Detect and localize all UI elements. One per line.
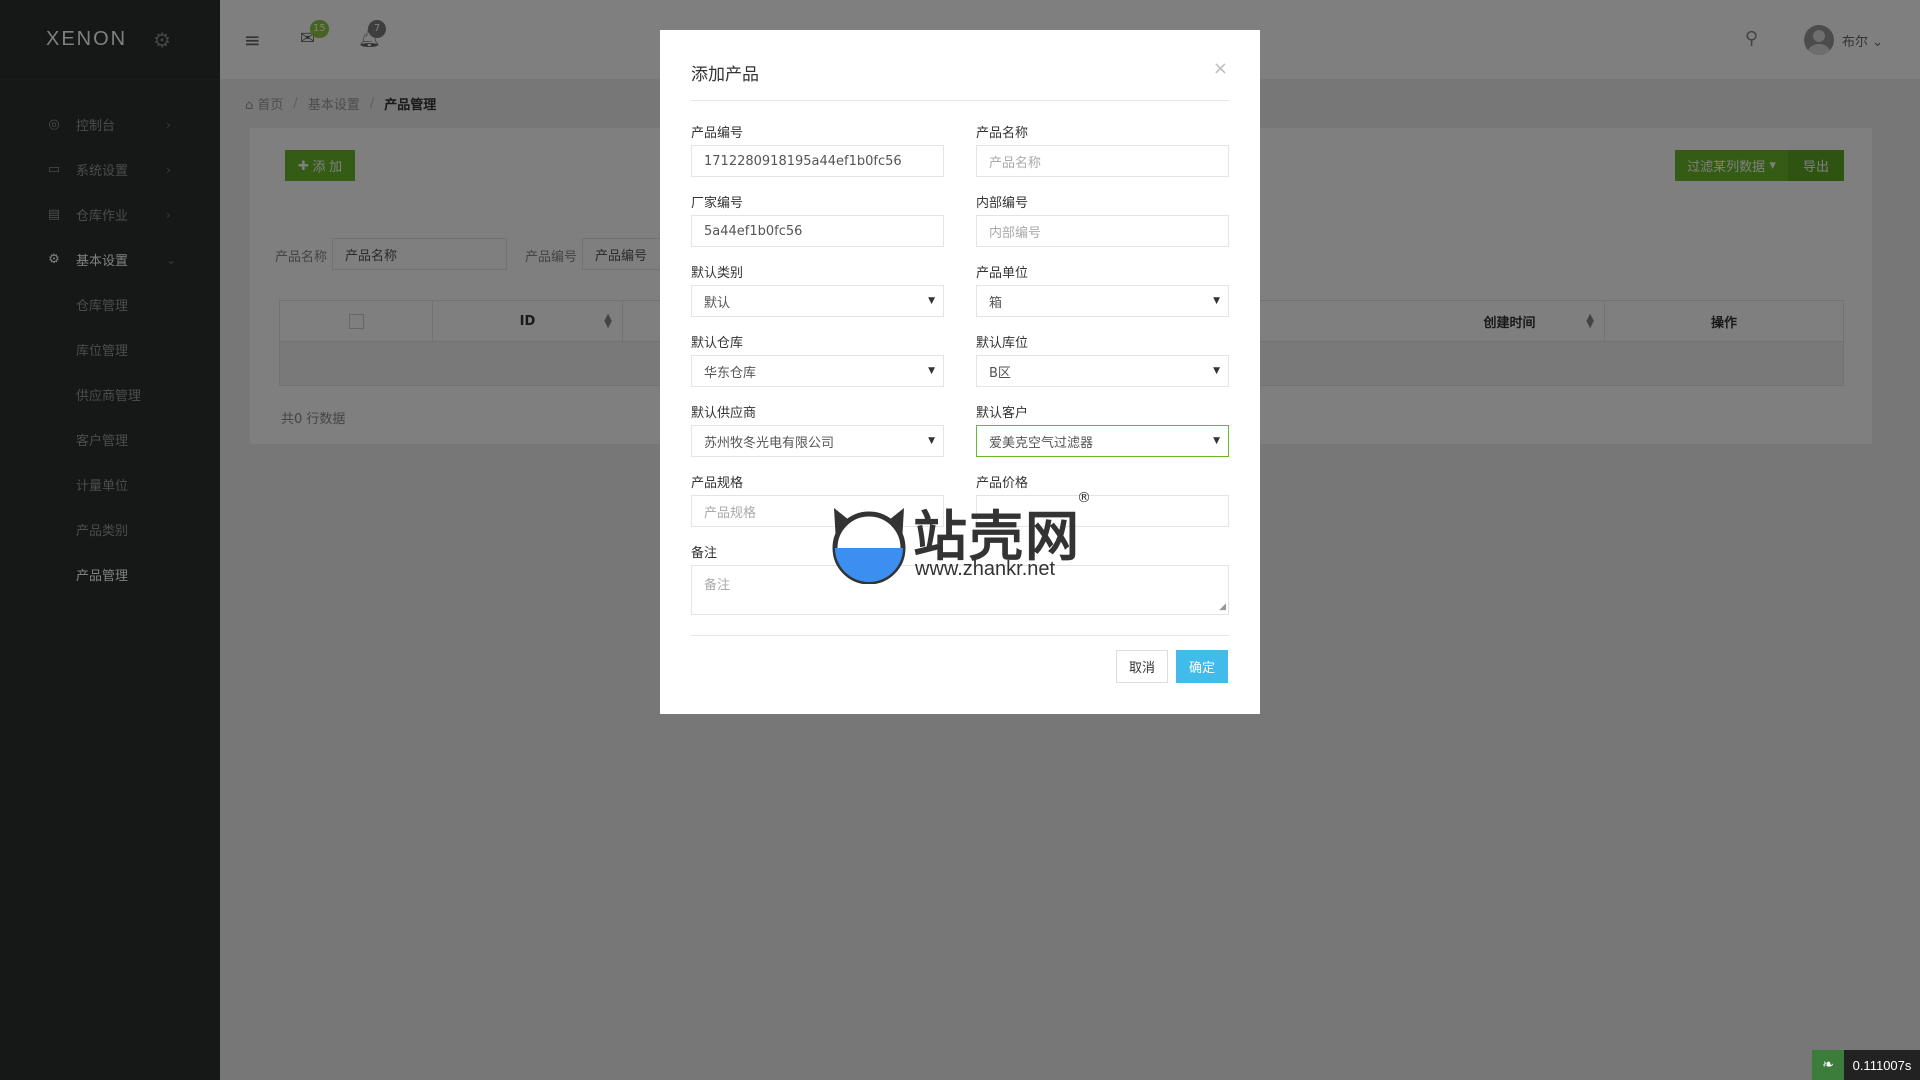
- category-value: 默认: [704, 295, 731, 311]
- caret-down-icon: ▼: [1213, 436, 1220, 446]
- cat-logo-icon: [832, 508, 906, 584]
- supplier-select[interactable]: 苏州牧冬光电有限公司 ▼: [691, 425, 944, 457]
- caret-down-icon: ▼: [1213, 296, 1220, 306]
- close-icon[interactable]: ×: [1213, 58, 1228, 79]
- warehouse-select[interactable]: 华东仓库 ▼: [691, 355, 944, 387]
- warehouse-value: 华东仓库: [704, 365, 757, 381]
- supplier-label: 默认供应商: [691, 406, 757, 421]
- product-name-label: 产品名称: [976, 126, 1029, 141]
- caret-down-icon: ▼: [928, 296, 935, 306]
- unit-value: 箱: [989, 295, 1003, 311]
- location-label: 默认库位: [976, 336, 1029, 351]
- warehouse-label: 默认仓库: [691, 336, 744, 351]
- add-product-modal: 添加产品 × 产品编号 1712280918195a44ef1b0fc56 产品…: [660, 30, 1260, 714]
- internal-code-input[interactable]: 内部编号: [976, 215, 1229, 247]
- product-code-label: 产品编号: [691, 126, 744, 141]
- registered-mark: ®: [1077, 490, 1091, 506]
- vendor-code-input[interactable]: 5a44ef1b0fc56: [691, 215, 944, 247]
- unit-select[interactable]: 箱 ▼: [976, 285, 1229, 317]
- price-label: 产品价格: [976, 476, 1029, 491]
- caret-down-icon: ▼: [1213, 366, 1220, 376]
- remark-placeholder: 备注: [704, 578, 731, 593]
- caret-down-icon: ▼: [928, 366, 935, 376]
- customer-label: 默认客户: [976, 406, 1029, 421]
- modal-header-divider: [691, 100, 1229, 101]
- spec-label: 产品规格: [691, 476, 744, 491]
- unit-label: 产品单位: [976, 266, 1029, 281]
- debug-timer[interactable]: ❧ 0.111007s: [1812, 1050, 1920, 1080]
- supplier-value: 苏州牧冬光电有限公司: [704, 435, 835, 451]
- internal-code-label: 内部编号: [976, 196, 1029, 211]
- category-label: 默认类别: [691, 266, 744, 281]
- location-select[interactable]: B区 ▼: [976, 355, 1229, 387]
- remark-label: 备注: [691, 546, 718, 561]
- watermark: 站壳网 ® www.zhankr.net: [815, 490, 1120, 590]
- debug-leaf-icon: ❧: [1812, 1050, 1844, 1080]
- customer-value: 爱美克空气过滤器: [989, 435, 1094, 451]
- category-select[interactable]: 默认 ▼: [691, 285, 944, 317]
- cancel-button[interactable]: 取消: [1116, 650, 1168, 683]
- location-value: B区: [989, 365, 1011, 381]
- timer-value: 0.111007s: [1844, 1050, 1920, 1080]
- confirm-button[interactable]: 确定: [1176, 650, 1228, 683]
- product-name-input[interactable]: 产品名称: [976, 145, 1229, 177]
- resize-handle-icon[interactable]: ◢: [1219, 602, 1226, 612]
- caret-down-icon: ▼: [928, 436, 935, 446]
- watermark-url: www.zhankr.net: [915, 558, 1056, 580]
- vendor-code-label: 厂家编号: [691, 196, 744, 211]
- product-code-input[interactable]: 1712280918195a44ef1b0fc56: [691, 145, 944, 177]
- modal-footer-divider: [691, 635, 1229, 636]
- customer-select[interactable]: 爱美克空气过滤器 ▼: [976, 425, 1229, 457]
- modal-title: 添加产品: [691, 65, 759, 85]
